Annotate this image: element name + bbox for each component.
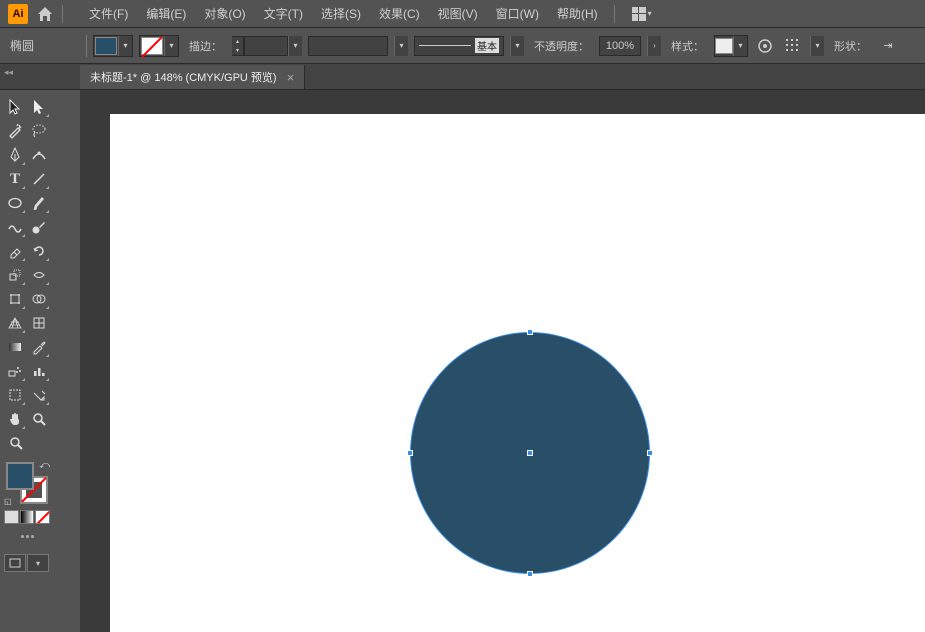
artboard[interactable] [110,114,925,632]
direct-selection-tool[interactable] [28,96,50,118]
stroke-weight-label: 描边： [189,38,222,54]
stroke-swatch[interactable] [141,37,163,55]
eyedropper-tool[interactable] [28,336,50,358]
shape-builder-tool[interactable] [28,288,50,310]
swap-fill-stroke-icon[interactable]: ⤺ [39,460,50,471]
brush-definition[interactable]: 基本 [414,36,504,56]
color-mode-buttons [4,510,50,524]
width-tool[interactable] [28,264,50,286]
default-fill-stroke-icon[interactable]: ◱ [4,497,12,506]
slice-tool[interactable] [28,384,50,406]
line-tool[interactable] [28,168,50,190]
menu-help[interactable]: 帮助(H) [549,1,606,26]
menu-select[interactable]: 选择(S) [313,1,369,26]
zoom-tool[interactable] [28,408,50,430]
opacity-label: 不透明度： [534,38,589,54]
menu-file[interactable]: 文件(F) [81,1,136,26]
zoom-tool-wide[interactable] [4,432,50,454]
var-width-profile-dropdown[interactable] [308,36,388,56]
menu-edit[interactable]: 编辑(E) [138,1,194,26]
style-label: 样式： [671,38,704,54]
selection-handle-center[interactable] [527,450,533,456]
control-bar: 椭圆 ▾ ▾ 描边： ▴▾ ▾ ▾ 基本 ▾ 不透明度： › 样式： ▾ ▾ 形… [0,28,925,64]
stroke-dropdown-btn[interactable]: ▾ [164,36,178,56]
menu-bar: Ai 文件(F) 编辑(E) 对象(O) 文字(T) 选择(S) 效果(C) 视… [0,0,925,28]
menu-text[interactable]: 文字(T) [256,1,311,26]
stroke-swatch-dropdown[interactable]: ▾ [139,35,179,57]
style-swatch [715,38,733,54]
recolor-artwork-icon[interactable] [754,35,776,57]
stroke-weight-stepper[interactable]: ▴▾ [232,36,244,56]
color-mode-solid[interactable] [4,510,19,524]
perspective-grid-tool[interactable] [4,312,26,334]
gradient-tool[interactable] [4,336,26,358]
paintbrush-tool[interactable] [28,192,50,214]
selection-handle-right[interactable] [647,450,653,456]
curvature-tool[interactable] [28,144,50,166]
document-tab-title: 未标题-1* @ 148% (CMYK/GPU 预览) [90,69,277,85]
document-tab-bar: 未标题-1* @ 148% (CMYK/GPU 预览) × [0,64,925,90]
workspace-switcher[interactable]: ▾ [629,4,655,24]
selection-handle-left[interactable] [407,450,413,456]
draw-mode-normal[interactable] [4,554,26,572]
edit-toolbar-icon[interactable] [17,530,37,542]
color-mode-gradient[interactable] [20,510,35,524]
app-logo: Ai [8,4,28,24]
shaper-tool[interactable] [4,216,26,238]
brush-dropdown-btn[interactable]: ▾ [510,36,524,56]
mesh-tool[interactable] [28,312,50,334]
fill-swatch-dropdown[interactable]: ▾ [93,35,133,57]
brush-preview-line [419,45,471,46]
rotate-tool[interactable] [28,240,50,262]
free-transform-tool[interactable] [4,288,26,310]
document-tab-active[interactable]: 未标题-1* @ 148% (CMYK/GPU 预览) × [80,65,305,89]
align-dropdown-btn[interactable]: ▾ [810,36,824,56]
blob-brush-tool[interactable] [28,216,50,238]
panel-collapse-icon[interactable]: ◂◂ [4,67,13,78]
workspace[interactable] [80,90,925,632]
shape-expand-icon[interactable]: ⇥ [877,35,899,57]
toolbox-fill-swatch[interactable] [6,462,34,490]
hand-tool[interactable] [4,408,26,430]
home-icon[interactable] [36,5,54,23]
selection-handle-top[interactable] [527,329,533,335]
ellipse-tool[interactable] [4,192,26,214]
graphic-style-dropdown[interactable]: ▾ [714,35,748,57]
selection-tool[interactable] [4,96,26,118]
menu-items: 文件(F) 编辑(E) 对象(O) 文字(T) 选择(S) 效果(C) 视图(V… [81,1,606,26]
selected-ellipse[interactable] [410,332,650,574]
screen-mode-dropdown[interactable]: ▾ [27,554,49,572]
stroke-weight-input[interactable] [244,36,288,56]
fill-stroke-indicator: ⤺ ◱ [4,460,50,506]
brush-name: 基本 [475,38,499,53]
selection-handle-bottom[interactable] [527,571,533,577]
shape-label: 形状： [834,38,867,54]
type-tool[interactable]: T [4,168,26,190]
symbol-sprayer-tool[interactable] [4,360,26,382]
fill-dropdown-btn[interactable]: ▾ [118,36,132,56]
scale-tool[interactable] [4,264,26,286]
fill-swatch[interactable] [95,37,117,55]
magic-wand-tool[interactable] [4,120,26,142]
menu-window[interactable]: 窗口(W) [488,1,547,26]
close-tab-icon[interactable]: × [287,70,295,85]
menu-view[interactable]: 视图(V) [430,1,486,26]
style-dropdown-btn[interactable]: ▾ [733,36,747,56]
lasso-tool[interactable] [28,120,50,142]
opacity-input[interactable] [599,36,641,56]
screen-mode-buttons: ▾ [4,554,50,572]
color-mode-none[interactable] [35,510,50,524]
pen-tool[interactable] [4,144,26,166]
menu-object[interactable]: 对象(O) [196,1,253,26]
menu-effect[interactable]: 效果(C) [371,1,428,26]
selection-type-label: 椭圆 [10,37,80,54]
eraser-tool[interactable] [4,240,26,262]
stroke-weight-dropdown[interactable]: ▾ [288,36,302,56]
var-width-dropdown-btn[interactable]: ▾ [394,36,408,56]
opacity-dropdown-btn[interactable]: › [647,36,661,56]
artboard-tool[interactable] [4,384,26,406]
align-panel-icon[interactable] [782,35,804,57]
column-graph-tool[interactable] [28,360,50,382]
tools-panel: T ⤺ [2,92,52,576]
